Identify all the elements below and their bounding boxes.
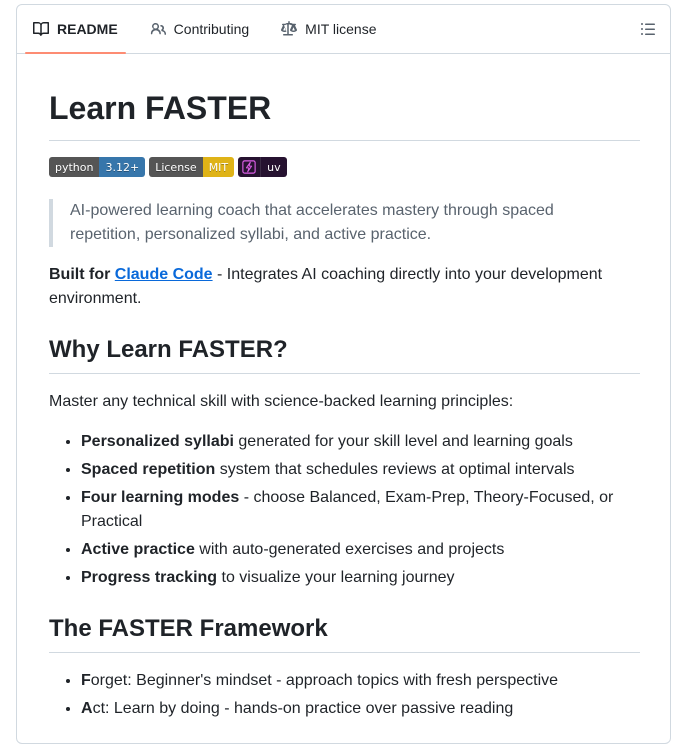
built-for-paragraph: Built for Claude Code - Integrates AI co… <box>49 263 640 311</box>
why-heading: Why Learn FASTER? <box>49 335 640 374</box>
framework-text: orget: Beginner's mindset - approach top… <box>90 672 559 689</box>
readme-content: Learn FASTER python 3.12+ License MIT uv <box>49 54 640 721</box>
license-badge[interactable]: License MIT <box>149 157 235 177</box>
outline-button[interactable] <box>636 17 660 41</box>
feature-list: Personalized syllabi generated for your … <box>49 430 640 590</box>
feature-name: Spaced repetition <box>81 461 216 478</box>
feature-text: with auto-generated exercises and projec… <box>194 541 505 558</box>
badge-value: MIT <box>202 157 235 177</box>
framework-letter: F <box>81 672 91 689</box>
framework-heading: The FASTER Framework <box>49 614 640 653</box>
law-icon <box>281 21 298 36</box>
feature-name: Active practice <box>81 541 195 558</box>
tab-contributing-label: Contributing <box>173 21 250 37</box>
built-for-label: Built for <box>49 266 111 283</box>
list-item: Active practice with auto-generated exer… <box>81 538 640 562</box>
framework-list: Forget: Beginner's mindset - approach to… <box>49 669 640 721</box>
list-item: Progress tracking to visualize your lear… <box>81 566 640 590</box>
badge-row: python 3.12+ License MIT uv <box>49 157 640 177</box>
badge-value: 3.12+ <box>99 157 146 177</box>
list-item: Act: Learn by doing - hands-on practice … <box>81 697 640 721</box>
list-item: Forget: Beginner's mindset - approach to… <box>81 669 640 693</box>
tab-contributing[interactable]: Contributing <box>142 5 258 53</box>
tab-mit-license-label: MIT license <box>305 21 377 37</box>
list-item: Personalized syllabi generated for your … <box>81 430 640 454</box>
readme-tab-bar: README Contributing MIT license <box>17 5 670 54</box>
python-version-badge[interactable]: python 3.12+ <box>49 157 146 177</box>
tab-readme[interactable]: README <box>25 5 126 54</box>
why-intro: Master any technical skill with science-… <box>49 393 514 410</box>
book-icon <box>33 21 49 36</box>
feature-name: Four learning modes <box>81 489 240 506</box>
list-item: Spaced repetition system that schedules … <box>81 458 640 482</box>
lightning-icon <box>242 160 256 174</box>
uv-badge[interactable]: uv <box>238 157 287 177</box>
feature-name: Personalized syllabi <box>81 433 234 450</box>
feature-text: system that schedules reviews at optimal… <box>215 461 575 478</box>
badge-label: python <box>49 157 100 177</box>
people-icon <box>150 23 166 35</box>
tab-readme-label: README <box>57 21 118 37</box>
framework-text: ct: Learn by doing - hands-on practice o… <box>92 700 514 717</box>
tab-mit-license[interactable]: MIT license <box>273 5 384 53</box>
tagline-quote: AI-powered learning coach that accelerat… <box>49 199 640 247</box>
framework-letter: A <box>81 700 93 717</box>
feature-text: generated for your skill level and learn… <box>233 433 573 450</box>
list-unordered-icon <box>641 23 655 35</box>
readme-panel: README Contributing MIT license Learn FA… <box>16 4 671 744</box>
feature-name: Progress tracking <box>81 569 218 586</box>
badge-label: License <box>149 157 203 177</box>
badge-value: uv <box>260 157 287 177</box>
uv-logo <box>238 157 261 177</box>
feature-text: to visualize your learning journey <box>217 569 455 586</box>
claude-code-link[interactable]: Claude Code <box>115 266 213 283</box>
page-title: Learn FASTER <box>49 88 640 141</box>
list-item: Four learning modes - choose Balanced, E… <box>81 486 640 534</box>
